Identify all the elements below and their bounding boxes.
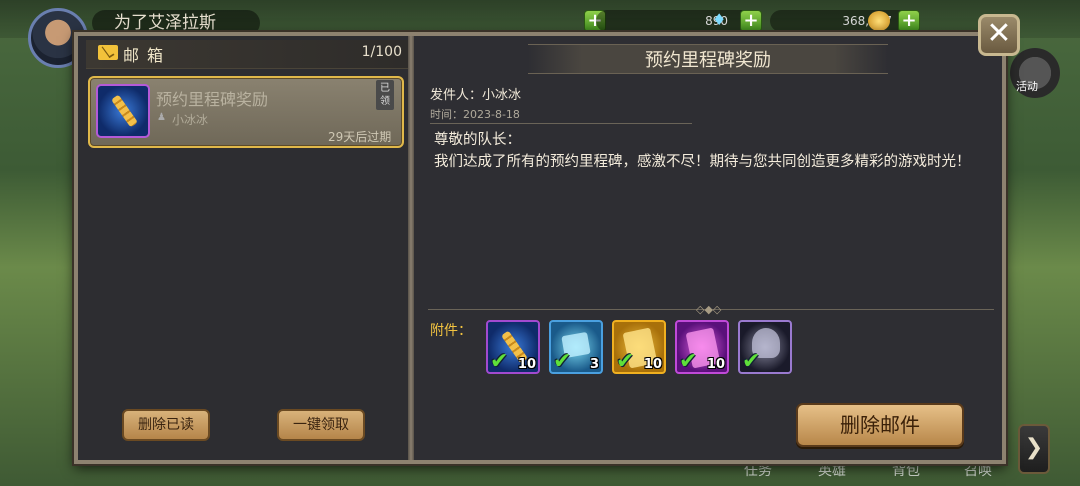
detail-sender: 发件人：小冰冰: [430, 88, 522, 103]
checkmark-icon: ✔: [616, 349, 635, 374]
attachment-qty: 10: [517, 357, 536, 372]
header-divider: [430, 123, 692, 124]
scroll-icon: [96, 84, 150, 138]
scroll-icon[interactable]: ✔ 10: [486, 320, 540, 374]
attachment-qty: 10: [706, 357, 725, 372]
attachment-qty: 10: [643, 357, 662, 372]
ice-cube-icon[interactable]: ✔ 3: [549, 320, 603, 374]
checkmark-icon: ✔: [679, 349, 698, 374]
claim-all-button[interactable]: 一键领取: [277, 409, 365, 441]
delete-mail-button[interactable]: 删除邮件: [796, 403, 964, 447]
detail-time: 时间：2023-8-18: [430, 108, 520, 121]
gem-counter: 890: [596, 10, 756, 32]
checkmark-icon: ✔: [553, 349, 572, 374]
add-gems-icon[interactable]: +: [740, 10, 762, 32]
claimed-badge: 已领: [376, 80, 394, 110]
gold-coin-icon: [868, 11, 890, 31]
divider-ornament-icon: ◇◆◇: [696, 303, 722, 316]
activity-button[interactable]: 活动: [1010, 48, 1060, 98]
detail-title: 预约里程碑奖励: [645, 50, 771, 71]
next-arrow-button[interactable]: ❯: [1018, 424, 1050, 474]
close-icon[interactable]: ✕: [978, 14, 1020, 56]
gem-icon: ♦: [712, 10, 727, 29]
attachments-label: 附件：: [430, 323, 472, 339]
add-gold-icon[interactable]: +: [898, 10, 920, 32]
checkmark-icon: ✔: [742, 349, 761, 374]
mail-item-sender: 小冰冰: [172, 113, 209, 127]
checkmark-icon: ✔: [490, 349, 509, 374]
mailbox-title: 邮箱: [123, 46, 172, 65]
mail-body: 尊敬的队长： 我们达成了所有的预约里程碑，感激不尽！期待与您共同创造更多精彩的游…: [434, 132, 971, 170]
attachment-qty: 3: [589, 357, 599, 372]
envelope-icon: [98, 45, 118, 60]
gold-card-icon[interactable]: ✔ 10: [612, 320, 666, 374]
purple-card-icon[interactable]: ✔ 10: [675, 320, 729, 374]
mail-item-expiry: 29天后过期: [328, 130, 392, 144]
hero-helmet-icon[interactable]: ✔: [738, 320, 792, 374]
mail-count: 1/100: [361, 44, 402, 60]
delete-read-button[interactable]: 删除已读: [122, 409, 210, 441]
activity-label: 活动: [1016, 80, 1038, 93]
mail-item-subject: 预约里程碑奖励: [156, 90, 269, 109]
user-icon: ♟: [157, 112, 166, 123]
